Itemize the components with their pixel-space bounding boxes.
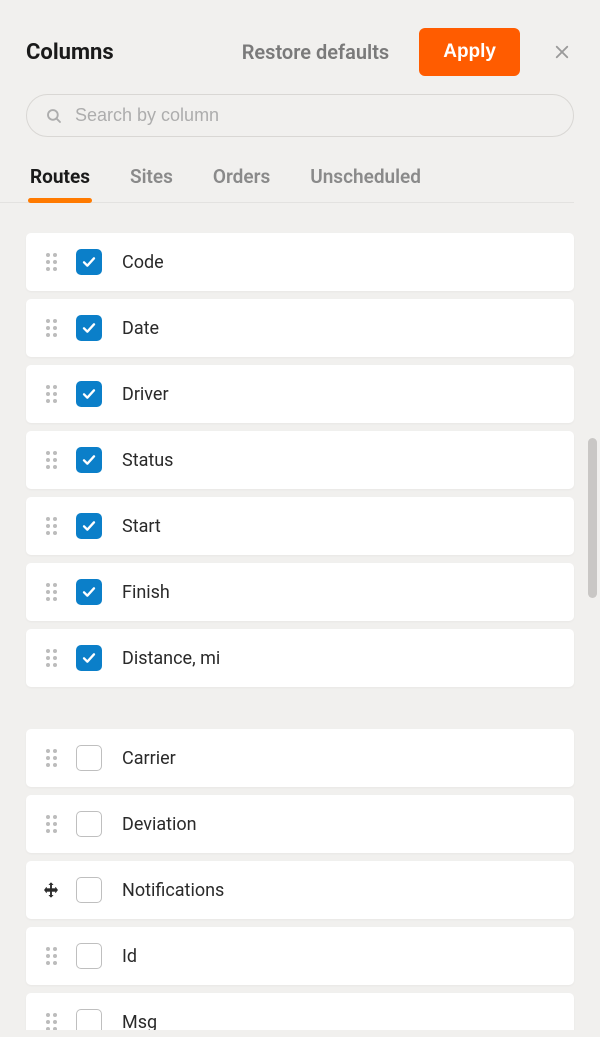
search-icon: [45, 107, 63, 125]
search-input[interactable]: [75, 105, 555, 126]
column-label: Status: [122, 450, 173, 471]
drag-handle-icon[interactable]: [42, 385, 60, 403]
tab-orders[interactable]: Orders: [213, 165, 270, 202]
apply-button[interactable]: Apply: [419, 28, 520, 76]
column-checkbox[interactable]: [76, 645, 102, 671]
column-label: Date: [122, 318, 159, 339]
tabs-bar: Routes Sites Orders Unscheduled: [0, 147, 574, 203]
drag-handle-icon[interactable]: [42, 451, 60, 469]
column-label: Finish: [122, 582, 170, 603]
column-item: Deviation: [26, 795, 574, 853]
column-checkbox[interactable]: [76, 447, 102, 473]
column-item: Id: [26, 927, 574, 985]
column-label: Distance, mi: [122, 648, 220, 669]
column-checkbox[interactable]: [76, 315, 102, 341]
column-label: Code: [122, 252, 164, 273]
move-cursor-icon[interactable]: [42, 881, 60, 899]
column-label: Deviation: [122, 814, 197, 835]
column-label: Id: [122, 946, 137, 967]
column-item: Status: [26, 431, 574, 489]
column-checkbox[interactable]: [76, 1009, 102, 1030]
column-item: Distance, mi: [26, 629, 574, 687]
column-item: Finish: [26, 563, 574, 621]
column-checkbox[interactable]: [76, 579, 102, 605]
column-item: Carrier: [26, 729, 574, 787]
column-checkbox[interactable]: [76, 513, 102, 539]
drag-handle-icon[interactable]: [42, 319, 60, 337]
column-checkbox[interactable]: [76, 877, 102, 903]
search-box[interactable]: [26, 94, 574, 137]
tab-routes[interactable]: Routes: [30, 165, 90, 202]
close-button[interactable]: [550, 40, 574, 64]
column-item: Driver: [26, 365, 574, 423]
column-checkbox[interactable]: [76, 811, 102, 837]
drag-handle-icon[interactable]: [42, 253, 60, 271]
column-item: Notifications: [26, 861, 574, 919]
column-label: Driver: [122, 384, 169, 405]
close-icon: [553, 43, 571, 61]
drag-handle-icon[interactable]: [42, 749, 60, 767]
column-item: Date: [26, 299, 574, 357]
restore-defaults-link[interactable]: Restore defaults: [242, 40, 390, 64]
drag-handle-icon[interactable]: [42, 649, 60, 667]
columns-list: Code Date Driver Status Start Finish Distance,…: [0, 203, 600, 1030]
drag-handle-icon[interactable]: [42, 815, 60, 833]
column-checkbox[interactable]: [76, 381, 102, 407]
column-label: Notifications: [122, 880, 224, 901]
tab-unscheduled[interactable]: Unscheduled: [310, 165, 421, 202]
column-label: Msg: [122, 1012, 157, 1031]
drag-handle-icon[interactable]: [42, 947, 60, 965]
column-item: Msg: [26, 993, 574, 1030]
drag-handle-icon[interactable]: [42, 583, 60, 601]
column-checkbox[interactable]: [76, 745, 102, 771]
column-item: Start: [26, 497, 574, 555]
column-checkbox[interactable]: [76, 943, 102, 969]
column-label: Start: [122, 516, 161, 537]
panel-title: Columns: [26, 40, 114, 65]
column-item: Code: [26, 233, 574, 291]
scrollbar[interactable]: [588, 438, 597, 598]
tab-sites[interactable]: Sites: [130, 165, 173, 202]
drag-handle-icon[interactable]: [42, 517, 60, 535]
column-checkbox[interactable]: [76, 249, 102, 275]
drag-handle-icon[interactable]: [42, 1013, 60, 1030]
column-label: Carrier: [122, 748, 176, 769]
